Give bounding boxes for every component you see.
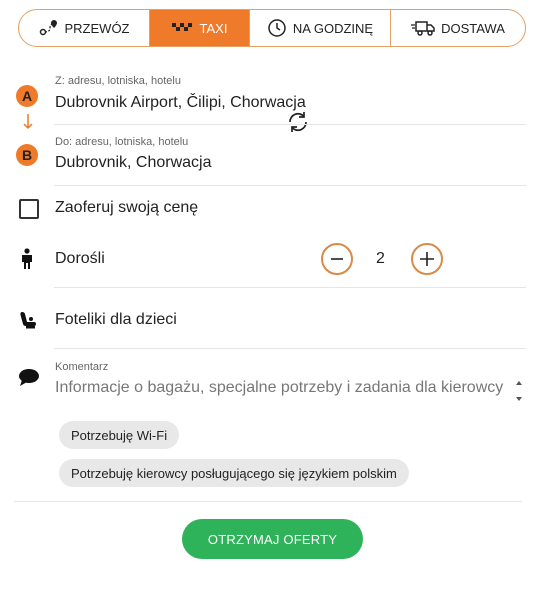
tab-label: TAXI [199,20,228,36]
from-label: Z: adresu, lotniska, hotelu [55,75,181,87]
adults-label: Dorośli [55,250,105,267]
origin-marker: A [16,85,38,107]
divider [54,124,526,125]
chip-wifi[interactable]: Potrzebuję Wi-Fi [59,421,180,449]
divider [14,501,522,502]
tab-na-godzine[interactable]: NA GODZINĘ [250,10,391,46]
comment-textarea[interactable]: Informacje o bagażu, specjalne potrzeby … [55,377,510,407]
route-icon [39,20,57,36]
offer-price-label: Zaoferuj swoją cenę [55,199,199,216]
tab-dostawa[interactable]: DOSTAWA [391,10,525,46]
person-icon [22,248,32,269]
adults-count: 2 [376,250,385,267]
divider [54,348,526,349]
to-label: Do: adresu, lotniska, hotelu [55,136,189,148]
to-input[interactable]: Dubrovnik, Chorwacja [55,154,212,172]
tab-label: NA GODZINĘ [292,20,374,36]
service-tabs: PRZEWÓZ TAXI NA GODZINĘ DOSTAWA [18,9,526,47]
decrement-button[interactable] [321,243,353,275]
comment-icon [19,369,39,386]
chip-polish-driver[interactable]: Potrzebuję kierowcy posługującego się ję… [59,459,409,487]
increment-button[interactable] [411,243,443,275]
divider [54,185,526,186]
tab-przewoz[interactable]: PRZEWÓZ [19,10,150,46]
arrow-down-icon [23,114,33,130]
destination-marker: B [16,144,38,166]
tab-label: DOSTAWA [441,20,505,36]
child-seats-label[interactable]: Foteliki dla dzieci [55,311,177,329]
clock-icon [268,19,286,37]
get-offers-button[interactable]: OTRZYMAJ OFERTY [182,519,363,559]
from-input[interactable]: Dubrovnik Airport, Čilipi, Chorwacja [55,94,306,112]
tab-label: PRZEWÓZ [64,20,130,36]
textarea-scrollbar[interactable] [513,376,525,406]
plus-icon [420,252,434,266]
swap-icon[interactable] [286,110,310,134]
child-seat-icon [20,312,36,329]
divider [54,287,526,288]
truck-icon [411,21,435,36]
offer-price-checkbox[interactable] [19,199,39,219]
comment-label: Komentarz [55,361,109,373]
tab-taxi[interactable]: TAXI [150,10,250,46]
minus-icon [331,258,343,260]
taxi-icon [171,23,192,31]
